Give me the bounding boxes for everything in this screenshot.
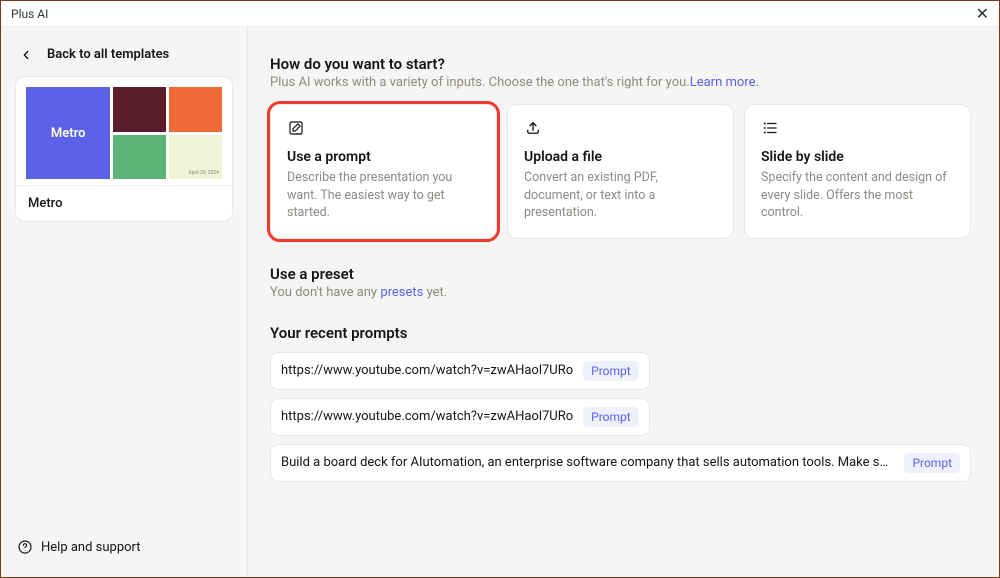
start-card-upload-a-file[interactable]: Upload a file Convert an existing PDF, do… xyxy=(507,104,734,239)
help-support-link[interactable]: Help and support xyxy=(15,533,233,561)
recent-prompt-row[interactable]: https://www.youtube.com/watch?v=zwAHaol7… xyxy=(270,398,650,436)
card-desc: Describe the presentation you want. The … xyxy=(287,169,480,222)
back-to-templates-link[interactable]: Back to all templates xyxy=(15,43,233,76)
recent-prompt-row[interactable]: Build a board deck for AIutomation, an e… xyxy=(270,444,971,482)
recent-heading: Your recent prompts xyxy=(270,324,971,342)
thumb-block-main: Metro xyxy=(26,87,110,179)
presets-empty-text: You don't have any presets yet. xyxy=(270,285,971,300)
prompt-text: Build a board deck for AIutomation, an e… xyxy=(281,455,894,470)
card-title: Upload a file xyxy=(524,149,717,165)
start-card-use-a-prompt[interactable]: Use a prompt Describe the presentation yo… xyxy=(270,104,497,239)
window-titlebar: Plus AI ✕ xyxy=(1,1,999,27)
start-card-slide-by-slide[interactable]: Slide by slide Specify the content and de… xyxy=(744,104,971,239)
help-label: Help and support xyxy=(41,540,141,555)
recent-prompt-row[interactable]: https://www.youtube.com/watch?v=zwAHaol7… xyxy=(270,352,650,390)
prompt-badge: Prompt xyxy=(583,361,639,381)
close-icon[interactable]: ✕ xyxy=(976,4,989,23)
back-label: Back to all templates xyxy=(47,47,169,62)
prompt-text: https://www.youtube.com/watch?v=zwAHaol7… xyxy=(281,363,573,378)
thumb-block xyxy=(169,87,222,132)
main-content: How do you want to start? Plus AI works … xyxy=(248,27,999,577)
chevron-left-icon xyxy=(19,48,33,62)
prompt-badge: Prompt xyxy=(583,407,639,427)
prompt-text: https://www.youtube.com/watch?v=zwAHaol7… xyxy=(281,409,573,424)
window-title: Plus AI xyxy=(11,7,48,21)
start-heading: How do you want to start? xyxy=(270,55,971,73)
recent-prompt-list: https://www.youtube.com/watch?v=zwAHaol7… xyxy=(270,352,971,482)
start-subtext: Plus AI works with a variety of inputs. … xyxy=(270,75,971,90)
prompt-badge: Prompt xyxy=(904,453,960,473)
template-name: Metro xyxy=(16,185,232,221)
start-option-cards: Use a prompt Describe the presentation yo… xyxy=(270,104,971,239)
app-shell: Back to all templates Metro April 25, 20… xyxy=(1,27,999,577)
presets-link[interactable]: presets xyxy=(380,285,423,300)
template-card[interactable]: Metro April 25, 2024 Metro xyxy=(15,76,233,222)
card-title: Slide by slide xyxy=(761,149,954,165)
list-icon xyxy=(761,119,954,143)
thumb-block xyxy=(113,135,166,180)
template-thumbnail: Metro April 25, 2024 xyxy=(16,77,232,185)
presets-heading: Use a preset xyxy=(270,265,971,283)
card-desc: Specify the content and design of every … xyxy=(761,169,954,222)
edit-icon xyxy=(287,119,480,143)
upload-icon xyxy=(524,119,717,143)
sidebar: Back to all templates Metro April 25, 20… xyxy=(1,27,248,577)
card-desc: Convert an existing PDF, document, or te… xyxy=(524,169,717,222)
card-title: Use a prompt xyxy=(287,149,480,165)
thumb-block: April 25, 2024 xyxy=(169,135,222,180)
thumb-block xyxy=(113,87,166,132)
help-icon xyxy=(17,539,33,555)
learn-more-link[interactable]: Learn more. xyxy=(690,75,759,90)
